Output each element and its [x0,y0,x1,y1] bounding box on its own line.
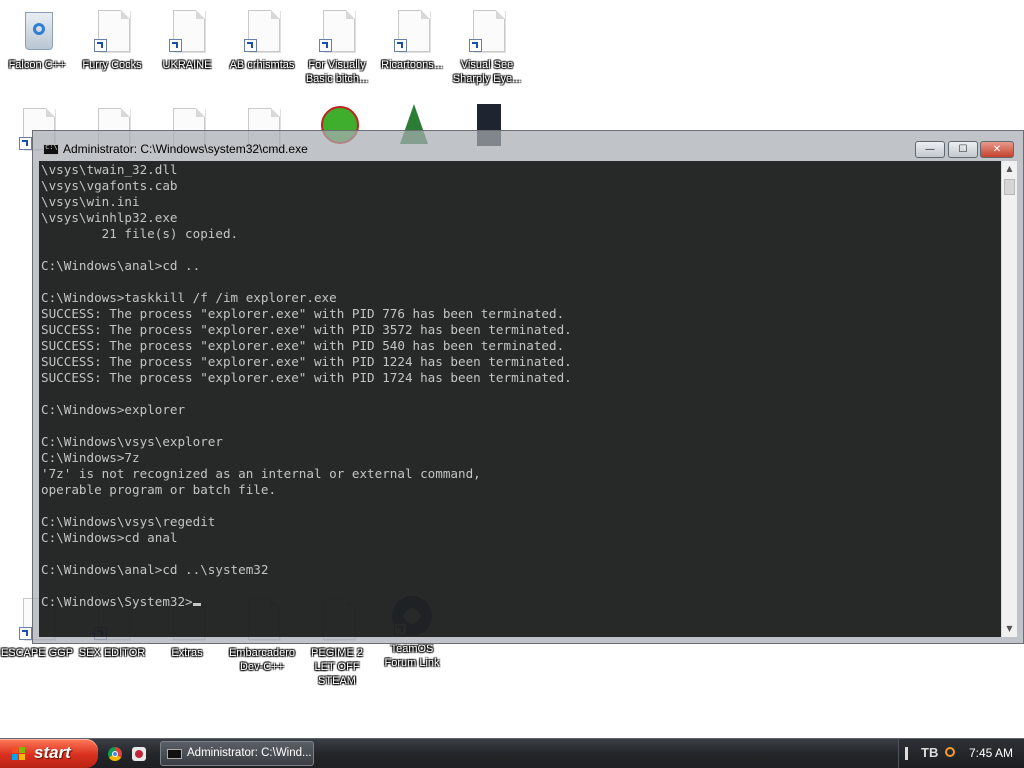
console-text: \vsys\twain_32.dll \vsys\vgafonts.cab \v… [41,162,572,609]
desktop-icon-label: Falcon C++ [8,59,66,71]
clock[interactable]: 7:45 AM [969,746,1013,760]
scroll-down-arrow-icon[interactable]: ▼ [1002,621,1017,637]
desktop-icon-label: For Visually Basic bitch... [305,59,369,85]
document-shortcut-icon [465,10,509,54]
desktop-icon-label: Ricartoons... [381,59,443,71]
window-titlebar[interactable]: Administrator: C:\Windows\system32\cmd.e… [33,131,1023,161]
taskbar: start Administrator: C:\Wind... TB 7:45 … [0,738,1024,768]
desktop-icon-falcon[interactable]: Falcon C++ [0,10,74,72]
cmd-window[interactable]: Administrator: C:\Windows\system32\cmd.e… [32,130,1024,644]
start-label: start [34,743,71,762]
system-tray: TB 7:45 AM [898,739,1024,768]
cmd-icon [43,143,59,155]
chrome-icon[interactable] [108,747,122,761]
desktop-icon-label: Embarcadero Dev-C++ [228,647,296,673]
scroll-thumb[interactable] [1004,179,1015,195]
desktop-icon-label: Furry Cocks [82,59,142,71]
minimize-button[interactable]: — [915,141,945,158]
document-shortcut-icon [315,10,359,54]
desktop-icon-label: SEX EDITOR [78,647,146,659]
desktop-icon-label: PEGIME 2 LET OFF STEAM [311,647,363,687]
maximize-button[interactable]: ☐ [948,141,978,158]
desktop-icon-furry[interactable]: Furry Cocks [75,10,149,72]
search-icon[interactable] [945,747,955,757]
tray-app-icon[interactable]: TB [921,745,938,760]
windows-flag-icon [12,747,26,761]
desktop-icon-label: ESCAPE GGP [0,647,74,659]
app-quicklaunch-icon[interactable] [132,747,146,761]
volume-icon[interactable] [905,747,918,760]
taskbar-item-label: Administrator: C:\Wind... [187,747,312,759]
cmd-icon [167,749,182,759]
desktop-icon-ab[interactable]: AB crhismtas [225,10,299,72]
recycle-bin-icon [15,10,59,54]
document-shortcut-icon [90,10,134,54]
console-cursor [192,603,201,606]
desktop-icon-label: TeamOS Forum Link [384,643,440,669]
vertical-scrollbar[interactable]: ▲ ▼ [1001,161,1017,637]
desktop-icon-ukraine[interactable]: UKRAINE [150,10,224,72]
desktop-icon-label: Extras [171,647,203,659]
console-prompt: C:\Windows\System32> [41,594,193,609]
desktop-icon-visual-see[interactable]: Visual See Sharply Eye... [450,10,524,86]
document-shortcut-icon [240,10,284,54]
start-button[interactable]: start [0,739,98,768]
document-shortcut-icon [165,10,209,54]
console-output[interactable]: \vsys\twain_32.dll \vsys\vgafonts.cab \v… [39,161,1001,637]
desktop-icon-visually-basic[interactable]: For Visually Basic bitch... [300,10,374,86]
scroll-up-arrow-icon[interactable]: ▲ [1002,161,1017,177]
desktop-icon-label: UKRAINE [162,59,212,71]
desktop-icon-label: Visual See Sharply Eye... [452,59,522,85]
taskbar-item-cmd[interactable]: Administrator: C:\Wind... [160,741,314,766]
close-button[interactable]: ✕ [980,141,1014,158]
document-shortcut-icon [390,10,434,54]
desktop-icon-label: AB crhismtas [229,59,295,71]
desktop-icon-ricartoons[interactable]: Ricartoons... [375,10,449,72]
window-title: Administrator: C:\Windows\system32\cmd.e… [63,142,308,156]
